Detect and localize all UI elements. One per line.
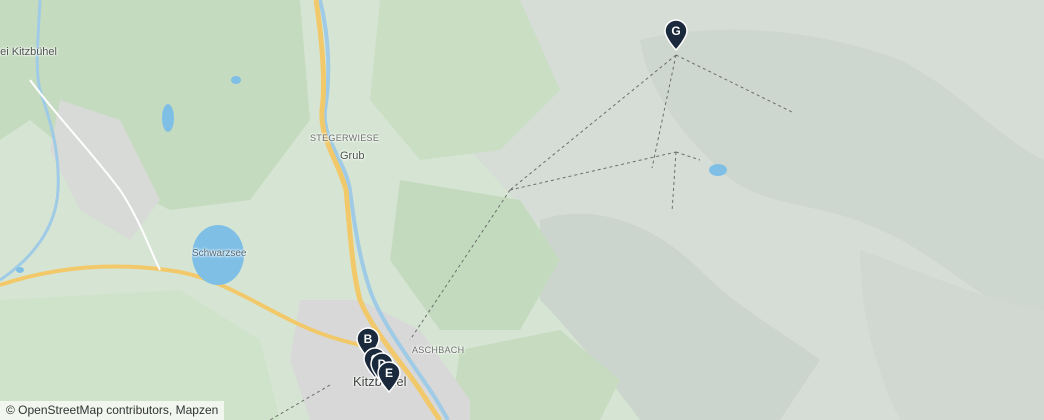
attribution-separator: , bbox=[168, 403, 176, 417]
marker-letter: G bbox=[671, 24, 681, 38]
map-marker-e[interactable]: E bbox=[376, 361, 402, 393]
label-aschbach: ASCHBACH bbox=[412, 345, 465, 355]
label-kitzbuhel-edge: bei Kitzbühel bbox=[0, 46, 57, 58]
label-grub: Grub bbox=[340, 150, 365, 162]
label-schwarzsee: Schwarzsee bbox=[192, 248, 247, 259]
marker-letter: E bbox=[384, 366, 393, 380]
osm-attribution-link[interactable]: © OpenStreetMap contributors bbox=[6, 403, 169, 417]
map-attribution: © OpenStreetMap contributors, Mapzen bbox=[0, 401, 225, 420]
marker-letter: B bbox=[363, 332, 373, 346]
label-stegerwiese: STEGERWIESE bbox=[310, 133, 380, 143]
map-canvas[interactable]: bei Kitzbühel STEGERWIESE Grub Schwarzse… bbox=[0, 0, 1044, 420]
map-terrain bbox=[0, 0, 1044, 420]
map-marker-g[interactable]: G bbox=[663, 19, 689, 51]
mapzen-attribution-link[interactable]: Mapzen bbox=[176, 403, 219, 417]
